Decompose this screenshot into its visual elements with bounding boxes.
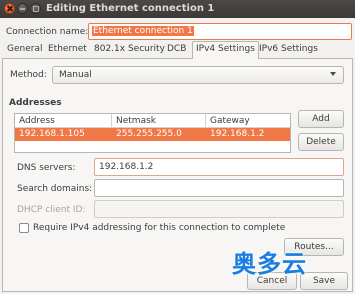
chevron-down-icon [330, 72, 336, 76]
tab-8021x-security[interactable]: 802.1x Security [91, 42, 168, 58]
require-ipv4-checkbox[interactable] [19, 223, 29, 233]
addresses-table[interactable]: Address Netmask Gateway 192.168.1.105 25… [14, 113, 291, 153]
method-select[interactable]: Manual [52, 66, 344, 84]
dhcp-client-id-input [94, 200, 344, 218]
method-label: Method: [10, 70, 47, 80]
connection-name-input[interactable]: Ethernet connection 1 [88, 23, 352, 40]
search-domains-label: Search domains: [17, 184, 93, 194]
dhcp-client-id-label: DHCP client ID: [17, 205, 86, 215]
tab-dcb[interactable]: DCB [164, 42, 189, 58]
tab-ipv6-settings[interactable]: IPv6 Settings [256, 42, 321, 58]
save-button[interactable]: Save [300, 272, 348, 290]
close-window-icon[interactable] [4, 3, 15, 14]
gateway-cell[interactable]: 192.168.1.2 [210, 129, 264, 139]
require-ipv4-label[interactable]: Require IPv4 addressing for this connect… [33, 223, 285, 233]
address-cell[interactable]: 192.168.1.105 [19, 129, 85, 139]
method-value: Manual [59, 70, 92, 80]
netmask-cell[interactable]: 255.255.255.0 [116, 129, 182, 139]
dns-servers-input[interactable]: 192.168.1.2 [94, 158, 344, 176]
search-domains-input[interactable] [94, 179, 344, 197]
maximize-window-icon[interactable] [30, 3, 41, 14]
addresses-heading: Addresses [9, 98, 62, 108]
column-header-address[interactable]: Address [15, 114, 112, 128]
dns-servers-value: 192.168.1.2 [99, 162, 154, 172]
window-title: Editing Ethernet connection 1 [46, 3, 215, 14]
connection-name-label: Connection name: [6, 27, 89, 37]
title-bar: Editing Ethernet connection 1 [0, 0, 355, 18]
table-row[interactable]: 192.168.1.105 255.255.255.0 192.168.1.2 [15, 128, 290, 141]
add-address-button[interactable]: Add [298, 110, 344, 128]
connection-name-value: Ethernet connection 1 [92, 26, 194, 36]
tab-ipv4-settings[interactable]: IPv4 Settings [192, 41, 259, 59]
column-header-gateway[interactable]: Gateway [206, 114, 290, 128]
dns-servers-label: DNS servers: [17, 163, 76, 173]
tab-general[interactable]: General [4, 42, 45, 58]
watermark-logo: 奥多云 [232, 250, 307, 278]
tab-ethernet[interactable]: Ethernet [45, 42, 90, 58]
delete-address-button[interactable]: Delete [298, 133, 344, 151]
column-header-netmask[interactable]: Netmask [112, 114, 206, 128]
minimize-window-icon[interactable] [17, 3, 28, 14]
tab-bar: General Ethernet 802.1x Security DCB IPv… [4, 41, 351, 59]
